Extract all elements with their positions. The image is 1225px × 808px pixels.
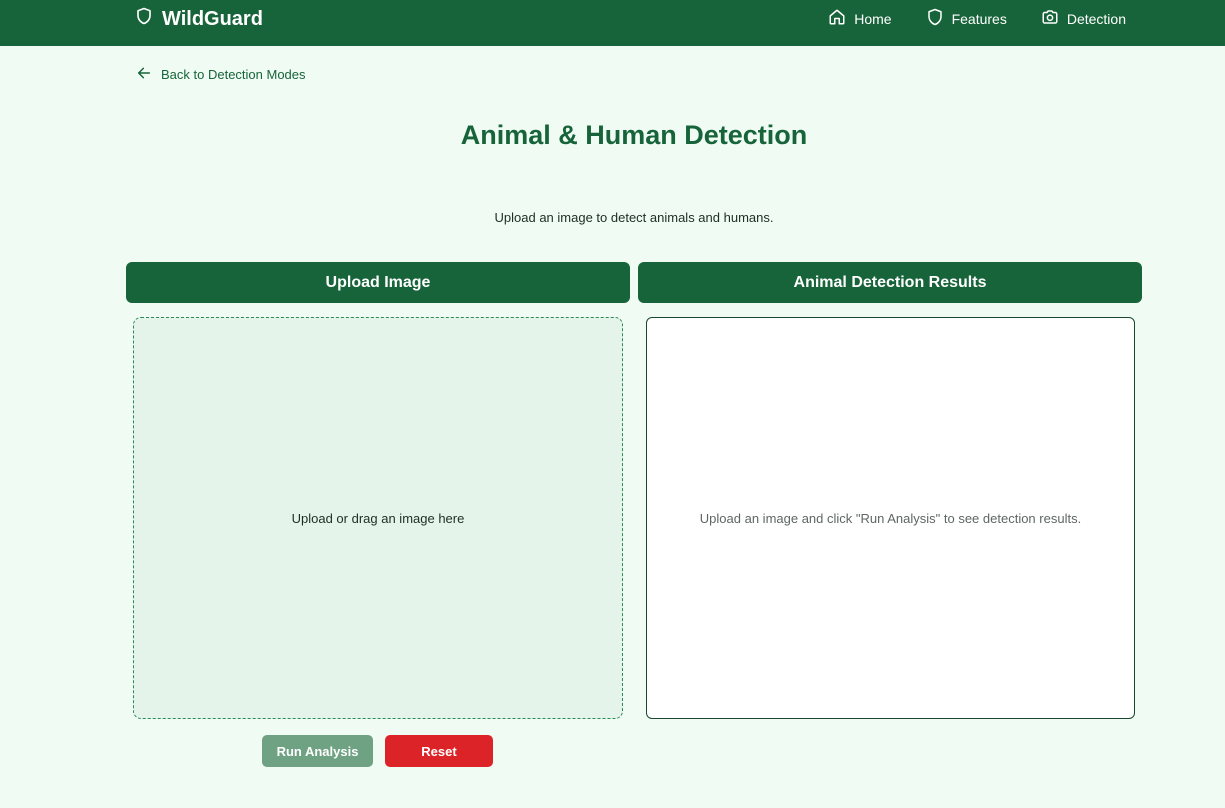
arrow-left-icon [136, 65, 152, 84]
image-dropzone[interactable]: Upload or drag an image here [133, 317, 623, 719]
reset-button[interactable]: Reset [385, 735, 493, 767]
detection-results-area: Upload an image and click "Run Analysis"… [646, 317, 1135, 719]
top-navbar: WildGuard Home Features Detection [0, 0, 1225, 46]
back-link-label: Back to Detection Modes [161, 67, 306, 82]
nav-detection-label: Detection [1066, 10, 1126, 27]
nav-home-link[interactable]: Home [828, 8, 892, 29]
shield-icon [135, 6, 153, 32]
shield-icon [926, 8, 944, 29]
nav-features-link[interactable]: Features [926, 8, 1007, 29]
brand-name: WildGuard [162, 7, 263, 30]
nav-features-label: Features [951, 10, 1007, 27]
results-placeholder-text: Upload an image and click "Run Analysis"… [699, 510, 1082, 526]
nav-links: Home Features Detection [828, 8, 1126, 29]
dropzone-text: Upload or drag an image here [291, 510, 465, 526]
nav-home-label: Home [854, 10, 892, 27]
page-subtitle: Upload an image to detect animals and hu… [494, 210, 774, 225]
camera-icon [1041, 8, 1059, 29]
upload-panel-header: Upload Image [126, 262, 630, 303]
nav-detection-link[interactable]: Detection [1041, 8, 1126, 29]
home-icon [828, 8, 846, 29]
results-panel-header: Animal Detection Results [638, 262, 1142, 303]
brand-logo[interactable]: WildGuard [135, 6, 263, 32]
back-to-detection-modes-link[interactable]: Back to Detection Modes [136, 65, 306, 84]
run-analysis-button[interactable]: Run Analysis [262, 735, 373, 767]
page-title: Animal & Human Detection [460, 120, 808, 150]
